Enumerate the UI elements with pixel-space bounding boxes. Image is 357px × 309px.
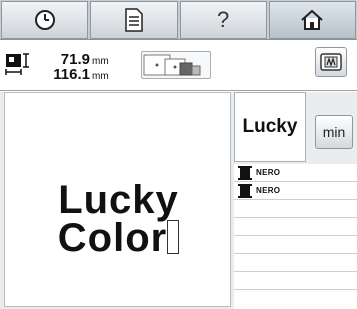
document-button[interactable] bbox=[90, 1, 178, 39]
thread-name: NERO bbox=[256, 168, 281, 177]
document-icon bbox=[125, 8, 143, 32]
thread-spool-icon bbox=[238, 165, 252, 180]
top-toolbar: ? bbox=[0, 0, 357, 40]
preview-line-2: Color bbox=[5, 216, 232, 260]
thread-row[interactable]: NERO bbox=[234, 164, 357, 182]
help-button[interactable]: ? bbox=[179, 1, 267, 39]
thread-row-empty bbox=[234, 218, 357, 236]
embroidery-view-button[interactable] bbox=[315, 47, 347, 77]
embroidery-frame-icon bbox=[320, 53, 342, 71]
thread-color-list[interactable]: NERO NERO bbox=[234, 164, 357, 309]
home-icon bbox=[301, 9, 324, 30]
min-button[interactable]: min bbox=[315, 115, 353, 149]
height-unit: mm bbox=[92, 56, 109, 67]
preview-line-1: Lucky bbox=[58, 178, 179, 222]
thread-row-empty bbox=[234, 290, 357, 308]
help-icon: ? bbox=[217, 7, 230, 32]
clock-icon bbox=[34, 10, 55, 30]
thread-row[interactable]: NERO bbox=[234, 182, 357, 200]
width-unit: mm bbox=[92, 71, 109, 82]
clock-button[interactable] bbox=[1, 1, 89, 39]
thread-row-empty bbox=[234, 236, 357, 254]
edit-preview[interactable]: Lucky Color bbox=[4, 92, 231, 307]
main-area: Lucky Color Lucky min NERO NERO bbox=[0, 92, 357, 309]
pattern-thumbnail[interactable]: Lucky bbox=[234, 92, 306, 162]
thread-name: NERO bbox=[256, 186, 281, 195]
thread-row-empty bbox=[234, 254, 357, 272]
thread-spool-icon bbox=[238, 183, 252, 198]
preview-text: Lucky Color bbox=[5, 178, 232, 260]
home-button[interactable] bbox=[268, 1, 356, 39]
size-icon bbox=[5, 53, 29, 75]
info-bar: 71.9 mm 116.1 mm bbox=[0, 41, 357, 91]
width-value: 116.1 bbox=[53, 66, 90, 83]
preview-line-2-text: Color bbox=[57, 216, 168, 260]
right-panel: Lucky min NERO NERO bbox=[233, 92, 357, 309]
thread-row-empty bbox=[234, 200, 357, 218]
text-cursor bbox=[167, 220, 180, 254]
thread-row-empty bbox=[234, 272, 357, 290]
hoop-frame-selector[interactable] bbox=[141, 51, 211, 79]
hoop-frames-icon bbox=[143, 54, 201, 76]
size-readout: 71.9 mm 116.1 mm bbox=[38, 51, 109, 83]
